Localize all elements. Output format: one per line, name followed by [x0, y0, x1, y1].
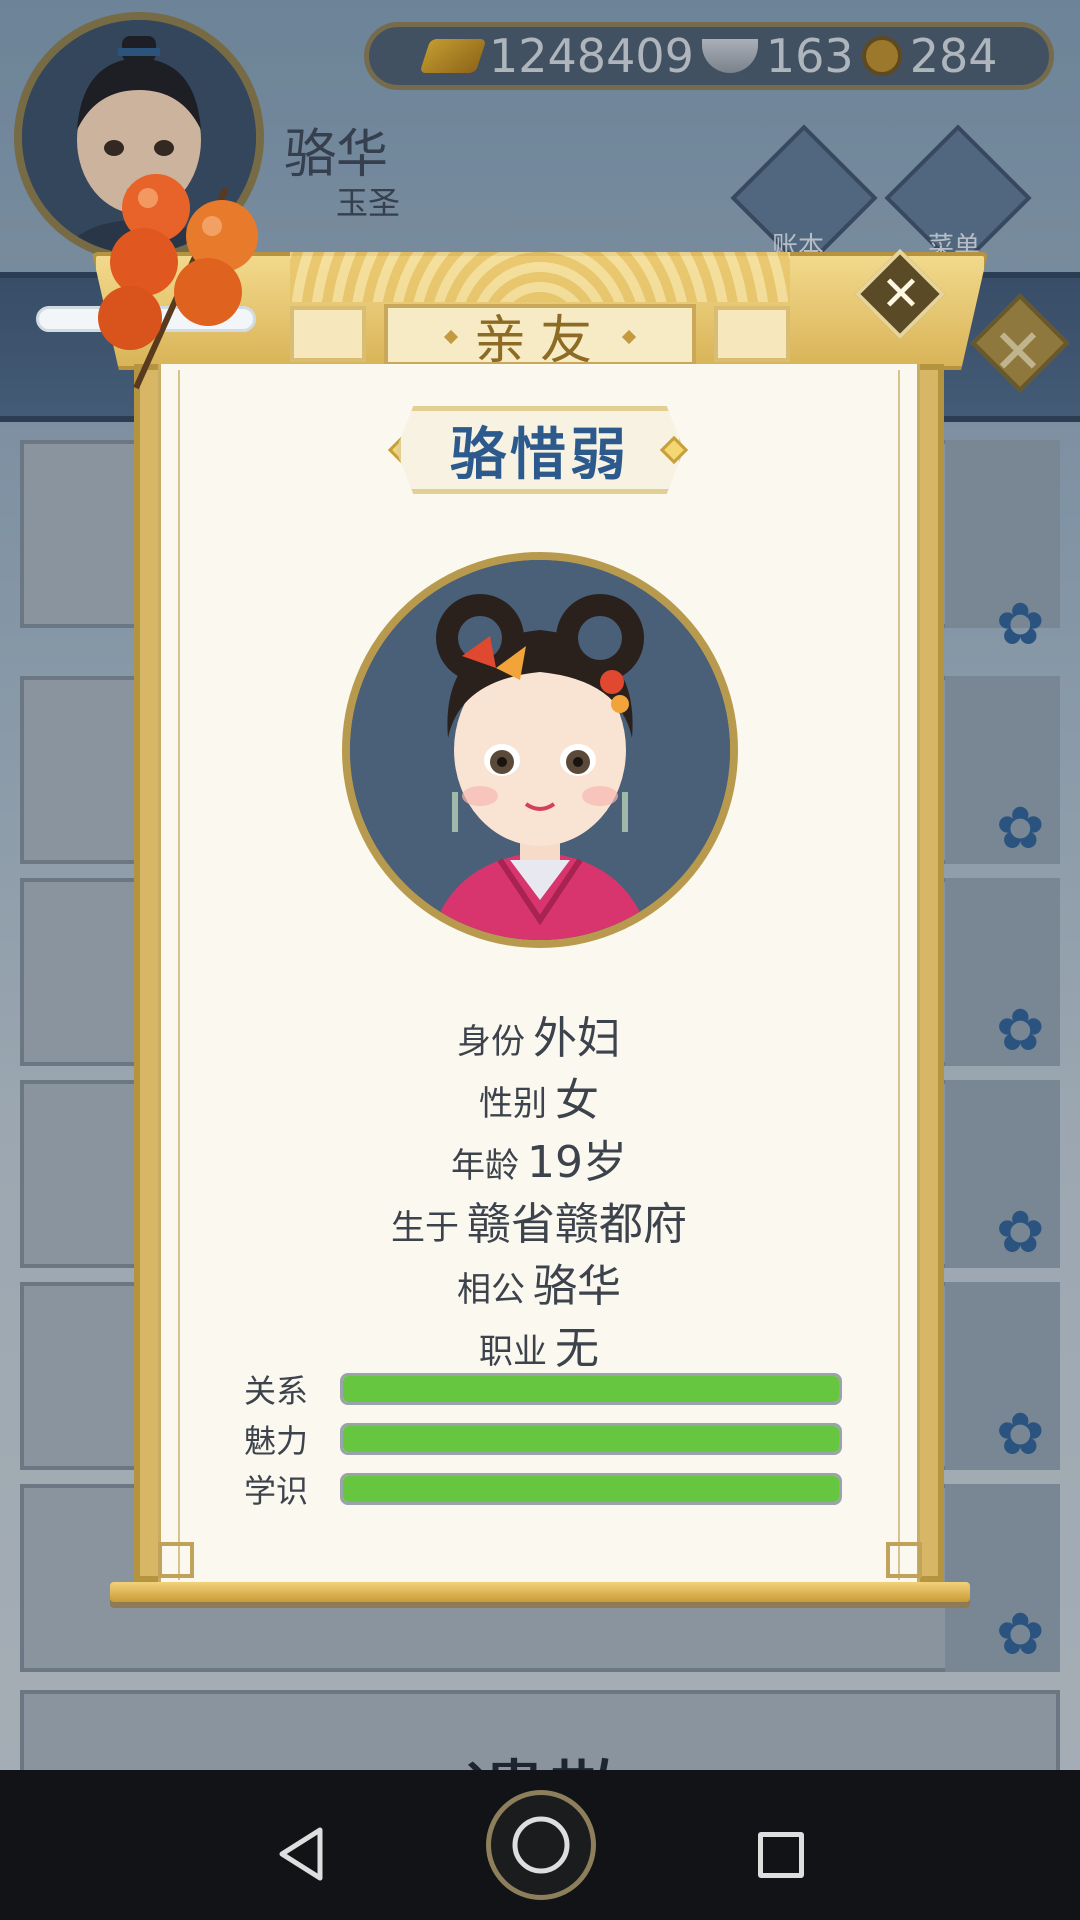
stat-charm: 魅力 — [244, 1422, 842, 1460]
info-birthplace: 生于 赣省赣都府 — [158, 1188, 920, 1252]
stat-bar — [340, 1473, 842, 1505]
dialog-header-pattern — [290, 252, 790, 302]
info-age: 年龄 19岁 — [158, 1126, 920, 1190]
occupation-value: 无 — [555, 1323, 599, 1374]
husband-label: 相公 — [457, 1270, 525, 1310]
corner-ornament-right — [886, 1542, 922, 1578]
info-identity: 身份 外妇 — [158, 1002, 920, 1066]
header-ornament-right — [714, 306, 790, 362]
person-portrait — [342, 552, 738, 948]
birthplace-value: 赣省赣都府 — [467, 1199, 687, 1250]
stat-bar — [340, 1423, 842, 1455]
recent-apps-icon[interactable] — [758, 1832, 804, 1878]
stat-relationship: 关系 — [244, 1372, 842, 1410]
husband-value: 骆华 — [533, 1261, 621, 1312]
identity-label: 身份 — [457, 1022, 525, 1062]
stat-bar-fill — [343, 1426, 839, 1452]
home-button[interactable] — [486, 1790, 596, 1900]
candied-hawthorn-icon — [98, 174, 258, 390]
birthplace-label: 生于 — [391, 1208, 459, 1248]
stat-label: 学识 — [244, 1472, 309, 1510]
person-name: 骆惜弱 — [396, 406, 684, 494]
info-gender: 性别女 — [158, 1064, 920, 1128]
identity-value: 外妇 — [533, 1013, 621, 1064]
stat-label: 魅力 — [244, 1422, 309, 1460]
dialog-title: 亲友 — [384, 304, 696, 371]
stat-label: 关系 — [244, 1372, 309, 1410]
home-icon — [512, 1816, 570, 1874]
stat-bar-fill — [343, 1376, 839, 1402]
occupation-label: 职业 — [479, 1332, 547, 1372]
stat-bar — [340, 1373, 842, 1405]
dialog-bottom-roller — [110, 1582, 970, 1602]
gender-label: 性别 — [479, 1084, 547, 1124]
stat-knowledge: 学识 — [244, 1472, 842, 1510]
person-portrait-image — [350, 560, 730, 940]
stat-bar-fill — [343, 1476, 839, 1502]
header-ornament-left — [290, 306, 366, 362]
corner-ornament-left — [158, 1542, 194, 1578]
age-value: 19岁 — [527, 1137, 627, 1188]
age-label: 年龄 — [451, 1146, 519, 1186]
info-husband: 相公 骆华 — [158, 1250, 920, 1314]
gender-value: 女 — [555, 1075, 599, 1126]
back-icon[interactable] — [276, 1826, 326, 1882]
